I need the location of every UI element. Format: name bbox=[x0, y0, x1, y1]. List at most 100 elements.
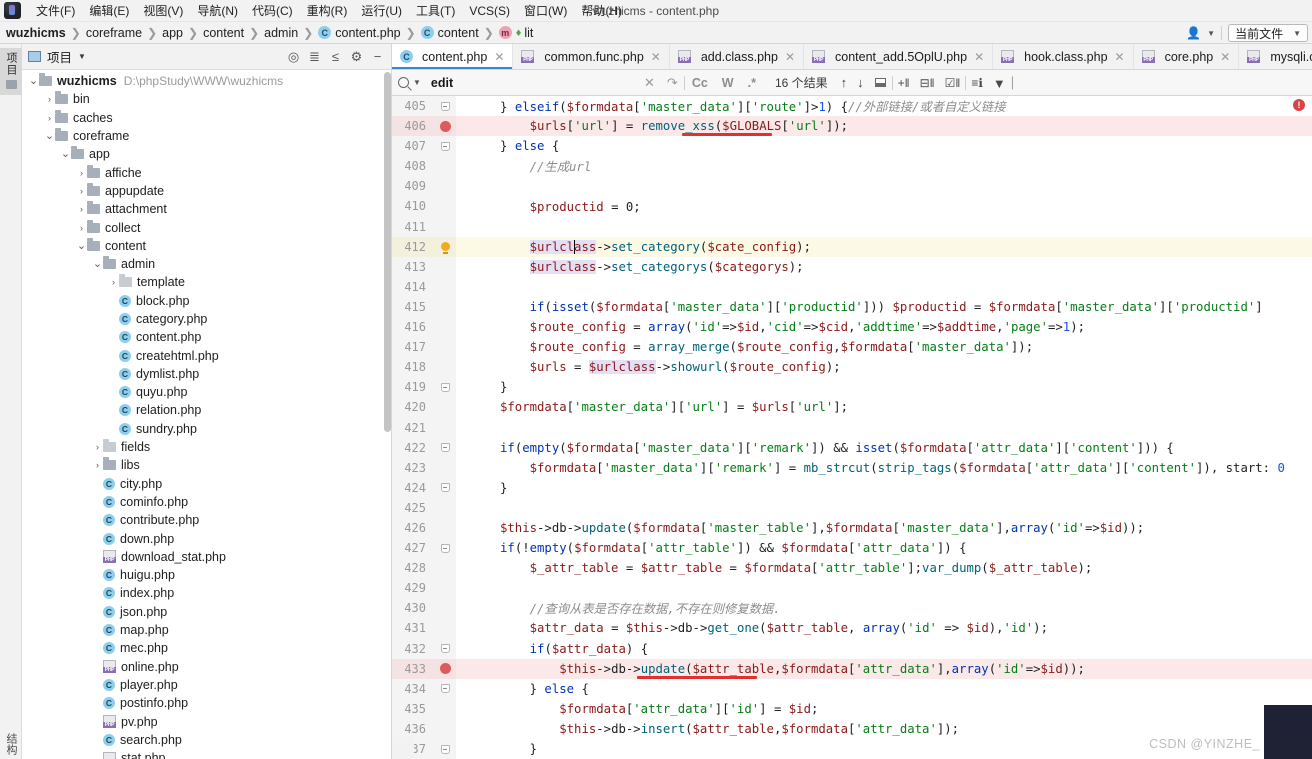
code-line[interactable]: 409 bbox=[392, 176, 1312, 197]
breadcrumb-item-method[interactable]: m ♦ lit bbox=[498, 26, 533, 40]
code-line[interactable]: 425 bbox=[392, 497, 1312, 518]
chevron-right-icon[interactable]: › bbox=[92, 442, 103, 452]
tree-item[interactable]: › affiche bbox=[22, 163, 391, 181]
chevron-right-icon[interactable]: › bbox=[76, 168, 87, 178]
code-line[interactable]: 412 $urlclass->set_category($cate_config… bbox=[392, 236, 1312, 257]
search-input[interactable]: edit bbox=[431, 76, 453, 90]
add-selection-icon[interactable]: +‖ bbox=[893, 76, 915, 90]
code-line[interactable]: 429 bbox=[392, 578, 1312, 599]
settings-gear-icon[interactable]: ⚙ bbox=[349, 50, 364, 63]
open-in-find-window-icon[interactable] bbox=[874, 78, 886, 87]
chevron-right-icon[interactable]: › bbox=[44, 94, 55, 104]
tree-item[interactable]: Cindex.php bbox=[22, 584, 391, 602]
breadcrumb-item-wuzhicms[interactable]: wuzhicms bbox=[6, 26, 66, 40]
code-line[interactable]: 416 $route_config = array('id'=>$id,'cid… bbox=[392, 317, 1312, 338]
code-line[interactable]: 406 $urls['url'] = remove_xss($GLOBALS['… bbox=[392, 116, 1312, 137]
breadcrumb-item-coreframe[interactable]: coreframe bbox=[86, 26, 142, 40]
code-line[interactable]: 408 //生成url bbox=[392, 156, 1312, 177]
code-fold-icon[interactable] bbox=[434, 437, 456, 458]
chevron-down-icon[interactable]: ▼ bbox=[413, 78, 421, 87]
tree-item[interactable]: Cplayer.php bbox=[22, 676, 391, 694]
chevron-down-icon[interactable]: ▼ bbox=[1207, 29, 1215, 38]
code-line[interactable]: 432 if($attr_data) { bbox=[392, 638, 1312, 659]
tool-window-project-tab[interactable]: 项目 bbox=[0, 48, 22, 95]
search-history-icon[interactable]: ↷ bbox=[661, 75, 684, 91]
chevron-down-icon[interactable]: ⌄ bbox=[60, 149, 71, 160]
chevron-down-icon[interactable]: ⌄ bbox=[44, 131, 55, 142]
chevron-down-icon[interactable]: ⌄ bbox=[76, 240, 87, 251]
code-line[interactable]: 417 $route_config = array_merge($route_c… bbox=[392, 337, 1312, 358]
code-fold-icon[interactable] bbox=[434, 678, 456, 699]
tree-item[interactable]: Cblock.php bbox=[22, 292, 391, 310]
tree-item[interactable]: Cdown.php bbox=[22, 529, 391, 547]
tree-item[interactable]: › appupdate bbox=[22, 182, 391, 200]
code-fold-icon[interactable] bbox=[434, 739, 456, 759]
editor-tab[interactable]: PHP add.class.php ✕ bbox=[670, 44, 805, 69]
menu-refactor[interactable]: 重构(R) bbox=[300, 0, 355, 21]
search-input-wrapper[interactable]: ▼ edit bbox=[398, 76, 638, 90]
menu-code[interactable]: 代码(C) bbox=[245, 0, 300, 21]
chevron-right-icon[interactable]: › bbox=[76, 204, 87, 214]
breadcrumb-item-content-class[interactable]: C content bbox=[420, 26, 479, 40]
code-fold-icon[interactable] bbox=[434, 477, 456, 498]
tree-item[interactable]: Cmec.php bbox=[22, 639, 391, 657]
tree-item[interactable]: › libs bbox=[22, 456, 391, 474]
hide-panel-icon[interactable]: − bbox=[370, 50, 385, 63]
tree-item[interactable]: Ccreatehtml.php bbox=[22, 346, 391, 364]
chevron-right-icon[interactable]: › bbox=[76, 223, 87, 233]
tree-item[interactable]: › fields bbox=[22, 438, 391, 456]
code-line[interactable]: 426 $this->db->update($formdata['master_t… bbox=[392, 517, 1312, 539]
select-all-occurrences-icon[interactable]: ☑‖ bbox=[940, 76, 966, 90]
menu-help[interactable]: 帮助(H) bbox=[574, 0, 629, 21]
code-line[interactable]: 427 if(!empty($formdata['attr_table']) &&… bbox=[392, 538, 1312, 559]
menu-view[interactable]: 视图(V) bbox=[136, 0, 190, 21]
tree-item[interactable]: Chuigu.php bbox=[22, 566, 391, 584]
tree-item[interactable]: Ccontent.php bbox=[22, 328, 391, 346]
code-line[interactable]: 411 bbox=[392, 216, 1312, 237]
editor-tab[interactable]: PHP common.func.php ✕ bbox=[513, 44, 670, 69]
code-line[interactable]: 435 $formdata['attr_data']['id'] = $id; bbox=[392, 698, 1312, 719]
tree-item[interactable]: Csundry.php bbox=[22, 420, 391, 438]
breadcrumb-item-app[interactable]: app bbox=[162, 26, 183, 40]
menu-edit[interactable]: 编辑(E) bbox=[82, 0, 136, 21]
intention-bulb-icon[interactable] bbox=[434, 236, 456, 257]
chevron-right-icon[interactable]: › bbox=[92, 460, 103, 470]
tool-window-structure-tab[interactable]: 结构 bbox=[0, 733, 22, 755]
close-icon[interactable]: ✕ bbox=[651, 50, 661, 64]
chevron-right-icon[interactable]: › bbox=[44, 113, 55, 123]
code-line[interactable]: 424} bbox=[392, 477, 1312, 498]
project-scrollbar[interactable] bbox=[384, 72, 391, 432]
code-editor[interactable]: 405} elseif($formdata['master_data']['ro… bbox=[392, 96, 1312, 759]
breadcrumb-item-content[interactable]: content bbox=[203, 26, 244, 40]
code-line[interactable]: 415 if(isset($formdata['master_data']['p… bbox=[392, 296, 1312, 318]
tree-item[interactable]: PHP pv.php bbox=[22, 712, 391, 730]
tree-item[interactable]: › caches bbox=[22, 109, 391, 127]
code-fold-icon[interactable] bbox=[434, 136, 456, 157]
code-line[interactable]: 428 $_attr_table = $attr_table = $formda… bbox=[392, 558, 1312, 579]
tree-item[interactable]: › template bbox=[22, 273, 391, 291]
code-line[interactable]: 421 bbox=[392, 417, 1312, 438]
editor-tab[interactable]: PHP hook.class.php ✕ bbox=[993, 44, 1134, 69]
tree-item[interactable]: ⌄ admin bbox=[22, 255, 391, 273]
chevron-down-icon[interactable]: ⌄ bbox=[28, 76, 39, 87]
close-icon[interactable]: ✕ bbox=[494, 50, 504, 64]
regex-toggle[interactable]: .* bbox=[741, 76, 763, 90]
code-line[interactable]: 418 $urls = $urlclass->showurl($route_co… bbox=[392, 357, 1312, 378]
code-line[interactable]: 419} bbox=[392, 377, 1312, 398]
menu-window[interactable]: 窗口(W) bbox=[517, 0, 574, 21]
menu-file[interactable]: 文件(F) bbox=[29, 0, 82, 21]
code-fold-icon[interactable] bbox=[434, 538, 456, 559]
tree-item[interactable]: Crelation.php bbox=[22, 401, 391, 419]
code-fold-icon[interactable] bbox=[434, 377, 456, 398]
error-badge[interactable]: ! bbox=[1293, 99, 1305, 111]
tree-item[interactable]: Cquyu.php bbox=[22, 383, 391, 401]
close-icon[interactable]: ✕ bbox=[1115, 50, 1125, 64]
code-line[interactable]: 410 $productid = 0; bbox=[392, 196, 1312, 217]
code-fold-icon[interactable] bbox=[434, 638, 456, 659]
code-line[interactable]: 434 } else { bbox=[392, 678, 1312, 699]
menu-vcs[interactable]: VCS(S) bbox=[462, 2, 517, 20]
code-line[interactable]: 436 $this->db->insert($attr_table,$formd… bbox=[392, 718, 1312, 739]
remove-selection-icon[interactable]: ⊟‖ bbox=[915, 76, 940, 90]
tree-item[interactable]: PHP online.php bbox=[22, 658, 391, 676]
tree-item[interactable]: Ccominfo.php bbox=[22, 493, 391, 511]
